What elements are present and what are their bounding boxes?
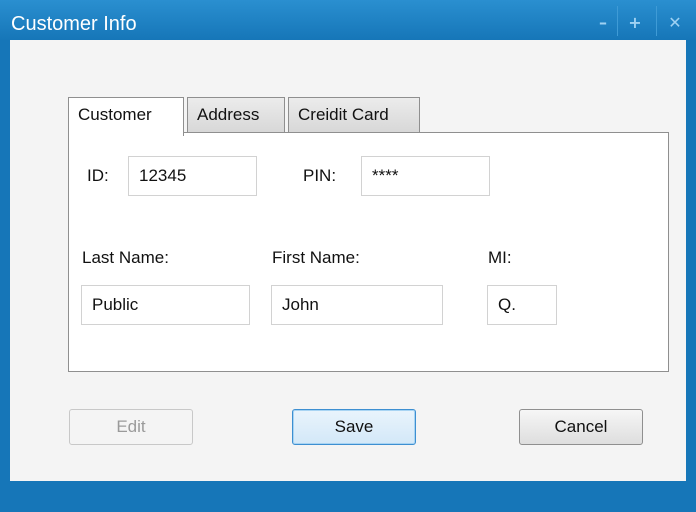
title-bar[interactable]: Customer Info – + ✕ [0, 0, 696, 40]
edit-button[interactable]: Edit [69, 409, 193, 445]
pin-field[interactable]: **** [361, 156, 490, 196]
tab-credit-card[interactable]: Creidit Card [288, 97, 420, 133]
pin-label: PIN: [303, 166, 337, 185]
customer-tab-panel: ID: 12345 PIN: **** Last Name: Public Fi… [68, 132, 669, 372]
tab-customer[interactable]: Customer [68, 97, 184, 136]
save-button[interactable]: Save [292, 409, 416, 445]
id-label: ID: [87, 166, 109, 185]
minimize-icon[interactable]: – [589, 8, 617, 36]
last-name-field[interactable]: Public [81, 285, 250, 325]
close-icon[interactable]: ✕ [661, 8, 689, 36]
middle-initial-field[interactable]: Q. [487, 285, 557, 325]
maximize-icon[interactable]: + [621, 8, 649, 36]
window-client-area: Customer Address Creidit Card ID: 12345 … [10, 40, 686, 481]
middle-initial-label: MI: [488, 248, 512, 267]
tab-address[interactable]: Address [187, 97, 285, 133]
last-name-label: Last Name: [82, 248, 169, 267]
first-name-label: First Name: [272, 248, 360, 267]
cancel-button[interactable]: Cancel [519, 409, 643, 445]
customer-info-window: Customer Info – + ✕ Customer Address Cre… [0, 0, 696, 512]
id-field[interactable]: 12345 [128, 156, 257, 196]
title-separator [617, 6, 618, 36]
title-separator [656, 6, 657, 36]
first-name-field[interactable]: John [271, 285, 443, 325]
window-title: Customer Info [11, 13, 137, 35]
